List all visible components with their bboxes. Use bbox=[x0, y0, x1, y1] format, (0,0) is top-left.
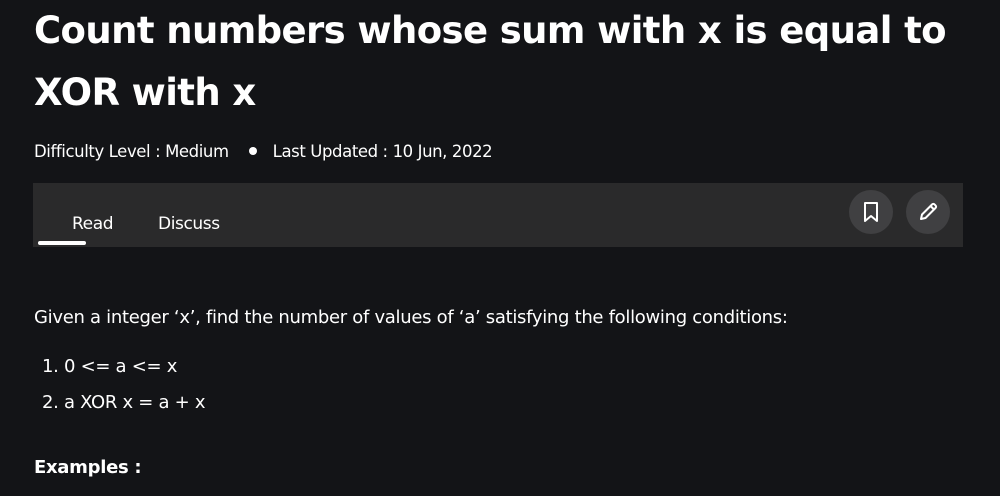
article-page: Count numbers whose sum with x is equal … bbox=[0, 0, 1000, 496]
pencil-icon bbox=[920, 202, 938, 220]
tab-discuss[interactable]: Discuss bbox=[158, 214, 220, 234]
last-updated: Last Updated : 10 Jun, 2022 bbox=[272, 141, 493, 161]
difficulty-level: Difficulty Level : Medium bbox=[34, 141, 229, 161]
condition-item: 2. a XOR x = a + x bbox=[42, 392, 206, 413]
problem-statement: Given a integer ‘x’, find the number of … bbox=[34, 307, 788, 328]
article-meta: Difficulty Level : Medium Last Updated :… bbox=[34, 139, 493, 163]
examples-heading: Examples : bbox=[34, 457, 142, 478]
active-tab-indicator bbox=[38, 241, 86, 245]
article-title: Count numbers whose sum with x is equal … bbox=[34, 9, 947, 114]
bookmark-icon bbox=[864, 202, 878, 222]
separator-dot-icon bbox=[248, 147, 257, 155]
bookmark-button[interactable] bbox=[849, 190, 893, 234]
tab-read[interactable]: Read bbox=[72, 214, 114, 234]
article-tabbar: Read Discuss bbox=[33, 183, 963, 247]
condition-item: 1. 0 <= a <= x bbox=[42, 356, 178, 377]
edit-button[interactable] bbox=[906, 190, 950, 234]
